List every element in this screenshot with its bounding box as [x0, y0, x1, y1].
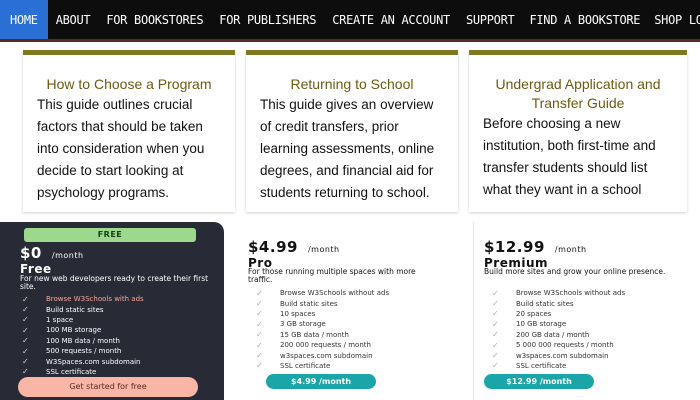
- nav-shop-local[interactable]: SHOP LOCAL: [647, 0, 700, 39]
- check-icon: ✓: [492, 351, 499, 361]
- plan-badge: FREE: [24, 228, 196, 242]
- nav-find-bookstore[interactable]: FIND A BOOKSTORE: [522, 0, 647, 39]
- check-icon: ✓: [256, 361, 263, 371]
- plan-feature: ✓ 100 MB data / month: [22, 336, 120, 346]
- check-icon: ✓: [256, 319, 263, 329]
- plan-feature: ✓ 200 000 requests / month: [256, 340, 371, 350]
- guide-card-choose-program[interactable]: How to Choose a Program This guide outli…: [23, 50, 235, 212]
- plan-feature: ✓ 100 MB storage: [22, 325, 102, 335]
- guide-card-title[interactable]: Undergrad Application and Transfer Guide: [469, 75, 687, 113]
- guide-card-undergrad-transfer[interactable]: Undergrad Application and Transfer Guide…: [469, 50, 687, 212]
- guide-card-title[interactable]: How to Choose a Program: [23, 75, 235, 94]
- check-icon: ✓: [22, 336, 29, 346]
- plan-feature: ✓ 3 GB storage: [256, 319, 326, 329]
- nav-for-publishers[interactable]: FOR PUBLISHERS: [211, 0, 324, 39]
- check-icon: ✓: [492, 340, 499, 350]
- plan-feature: ✓ 200 GB data / month: [492, 330, 590, 340]
- plan-price: $12.99/month: [484, 238, 587, 256]
- plan-feature: ✓ Browse W3Schools without ads: [256, 288, 390, 298]
- plan-feature: ✓ Browse W3Schools without ads: [492, 288, 626, 298]
- plan-feature: ✓ SSL certificate: [256, 361, 331, 371]
- check-icon: ✓: [22, 357, 29, 367]
- plan-feature: ✓ 5 000 000 requests / month: [492, 340, 614, 350]
- plan-price: $0/month: [20, 244, 84, 262]
- plan-feature: ✓ w3spaces.com subdomain: [492, 351, 609, 361]
- plan-pro: $4.99/month Pro For those running multip…: [238, 222, 446, 400]
- nav-for-bookstores[interactable]: FOR BOOKSTORES: [98, 0, 211, 39]
- plan-description: Build more sites and grow your online pr…: [484, 267, 666, 276]
- get-started-free-button[interactable]: Get started for free: [18, 377, 198, 397]
- plan-feature: ✓ 10 GB storage: [492, 319, 567, 329]
- plan-feature-list: ✓ Browse W3Schools with ads ✓ Build static…: [22, 294, 144, 377]
- plan-feature: ✓ SSL certificate: [492, 361, 567, 371]
- check-icon: ✓: [492, 330, 499, 340]
- nav-support[interactable]: SUPPORT: [458, 0, 522, 39]
- check-icon: ✓: [492, 361, 499, 371]
- guide-card-returning-school[interactable]: Returning to School This guide gives an …: [246, 50, 458, 212]
- guide-card-body: Before choosing a new institution, both …: [483, 116, 656, 197]
- check-icon: ✓: [256, 330, 263, 340]
- plan-feature: ✓ Browse W3Schools with ads: [22, 294, 144, 304]
- premium-subscribe-button[interactable]: $12.99 /month: [484, 374, 594, 389]
- check-icon: ✓: [492, 288, 499, 298]
- plan-feature: ✓ SSL certificate: [22, 367, 97, 377]
- nav-create-account[interactable]: CREATE AN ACCOUNT: [324, 0, 458, 39]
- plan-feature: ✓ 500 requests / month: [22, 346, 122, 356]
- check-icon: ✓: [22, 305, 29, 315]
- check-icon: ✓: [256, 340, 263, 350]
- nav-about[interactable]: ABOUT: [48, 0, 99, 39]
- plan-feature: ✓ 15 GB data / month: [256, 330, 349, 340]
- check-icon: ✓: [492, 319, 499, 329]
- check-icon: ✓: [256, 288, 263, 298]
- check-icon: ✓: [492, 309, 499, 319]
- check-icon: ✓: [492, 299, 499, 309]
- plan-feature-list: ✓ Browse W3Schools without ads ✓ Build sta…: [256, 288, 389, 371]
- check-icon: ✓: [256, 309, 263, 319]
- pro-subscribe-button[interactable]: $4.99 /month: [266, 374, 376, 389]
- check-icon: ✓: [22, 315, 29, 325]
- plan-free: FREE $0/month Free For new web developer…: [0, 222, 224, 400]
- guide-card-title[interactable]: Returning to School: [246, 75, 458, 94]
- plan-feature: ✓ Build static sites: [256, 299, 338, 309]
- check-icon: ✓: [256, 351, 263, 361]
- check-icon: ✓: [22, 346, 29, 356]
- check-icon: ✓: [22, 325, 29, 335]
- plan-feature: ✓ W3Spaces.com subdomain: [22, 357, 141, 367]
- check-icon: ✓: [256, 299, 263, 309]
- plan-feature: ✓ 1 space: [22, 315, 74, 325]
- plan-description: For new web developers ready to create t…: [20, 274, 209, 291]
- plan-premium: $12.99/month Premium Build more sites an…: [473, 222, 688, 400]
- plan-feature: ✓ 10 spaces: [256, 309, 316, 319]
- guide-card-body: This guide gives an overview of credit t…: [260, 97, 435, 200]
- nav-home[interactable]: HOME: [0, 0, 48, 39]
- plan-feature-list: ✓ Browse W3Schools without ads ✓ Build sta…: [492, 288, 625, 371]
- plan-feature: ✓ Build static sites: [22, 305, 104, 315]
- guide-card-body: This guide outlines crucial factors that…: [37, 97, 205, 200]
- plan-feature: ✓ Build static sites: [492, 299, 574, 309]
- plan-feature: ✓ w3spaces.com subdomain: [256, 351, 373, 361]
- check-icon: ✓: [22, 367, 29, 377]
- top-nav: HOME ABOUT FOR BOOKSTORES FOR PUBLISHERS…: [0, 0, 700, 42]
- plan-price: $4.99/month: [248, 238, 340, 256]
- plan-description: For those running multiple spaces with m…: [248, 267, 416, 284]
- check-icon: ✓: [22, 294, 29, 304]
- plan-feature: ✓ 20 spaces: [492, 309, 552, 319]
